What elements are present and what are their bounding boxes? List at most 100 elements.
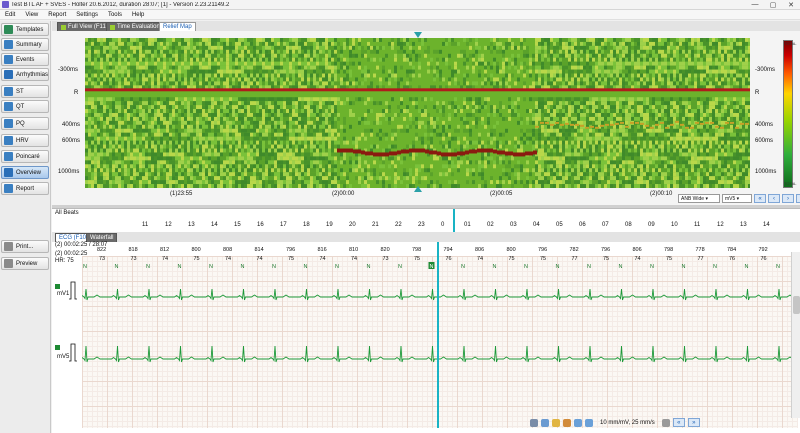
map-cell [352, 160, 355, 165]
map-cell [334, 38, 337, 42]
maximize-button[interactable]: ▢ [764, 0, 782, 10]
preview-button[interactable]: Preview [1, 257, 49, 270]
menu-edit[interactable]: Edit [0, 12, 20, 18]
map-cell [574, 116, 577, 121]
map-cell [88, 132, 91, 137]
map-cell [106, 132, 109, 137]
map-cell [244, 109, 247, 113]
sidebar-item-report[interactable]: Report [1, 182, 49, 195]
map-cell [352, 136, 355, 141]
map-cell [193, 172, 196, 177]
tab-full-view[interactable]: Full View (F11) [57, 22, 112, 31]
map-cell [481, 168, 484, 173]
map-cell [592, 41, 595, 46]
relief-map[interactable] [85, 38, 750, 188]
map-cell [214, 176, 217, 181]
map-cell [286, 53, 289, 58]
map-cell [145, 168, 148, 173]
map-cell [541, 164, 544, 169]
map-cell [481, 81, 484, 86]
sidebar-item-templates[interactable]: Templates [1, 23, 49, 36]
map-cell [391, 73, 394, 78]
map-cell [415, 116, 418, 121]
map-cell [436, 57, 439, 62]
map-cell [544, 113, 547, 117]
map-cell [361, 73, 364, 78]
sidebar-item-st[interactable]: ST [1, 85, 49, 98]
map-cell [409, 172, 412, 177]
map-cell [547, 180, 550, 185]
sidebar-item-events[interactable]: Events [1, 53, 49, 66]
map-cell [262, 69, 265, 74]
map-cell [277, 101, 280, 106]
map-cell [163, 176, 166, 181]
sidebar-item-summary[interactable]: Summary [1, 38, 49, 51]
map-cell [529, 120, 532, 125]
map-cell [202, 168, 205, 173]
map-cell [106, 41, 109, 46]
map-cell [364, 49, 367, 54]
map-cell [313, 105, 316, 110]
map-cell [244, 168, 247, 173]
sidebar-item-arrhythmias[interactable]: Arrhythmias [1, 68, 49, 81]
summary-icon [4, 40, 13, 49]
map-cell [127, 132, 130, 137]
map-cell [541, 61, 544, 66]
map-cell [91, 144, 94, 149]
minimize-button[interactable]: — [746, 0, 764, 10]
map-cell [538, 172, 541, 177]
map-cell [562, 49, 565, 54]
map-cell [85, 73, 88, 78]
map-cell [244, 172, 247, 177]
map-cell [142, 53, 145, 58]
map-cell [94, 120, 97, 125]
map-cell [124, 38, 127, 42]
map-cell [271, 116, 274, 121]
map-cell [127, 77, 130, 82]
map-cell [103, 176, 106, 181]
map-cell [589, 61, 592, 66]
map-cell [97, 73, 100, 78]
map-cell [202, 69, 205, 74]
map-cell [229, 128, 232, 133]
sidebar-item-pq[interactable]: PQ [1, 117, 49, 130]
menu-view[interactable]: View [20, 12, 43, 18]
map-cell [574, 180, 577, 185]
sidebar-item-qt[interactable]: QT [1, 100, 49, 113]
sidebar-item-overview[interactable]: Overview [1, 166, 49, 179]
map-cell [178, 97, 181, 102]
map-cell [304, 45, 307, 50]
sidebar-item-label: Report [16, 185, 35, 192]
map-cell [604, 105, 607, 110]
map-cell [136, 77, 139, 82]
menu-report[interactable]: Report [43, 12, 71, 18]
map-cell [238, 148, 241, 153]
map-cell [454, 113, 457, 117]
map-cell [88, 65, 91, 70]
map-cell [202, 164, 205, 169]
close-button[interactable]: ✕ [782, 0, 800, 10]
menu-help[interactable]: Help [127, 12, 149, 18]
map-cell [181, 77, 184, 82]
map-cell [259, 38, 262, 42]
map-cell [589, 144, 592, 149]
map-cell [556, 180, 559, 185]
map-cell [535, 128, 538, 133]
menu-tools[interactable]: Tools [103, 12, 127, 18]
map-cell [559, 160, 562, 165]
map-cell [517, 105, 520, 110]
map-cell [94, 168, 97, 173]
map-cell [91, 101, 94, 106]
map-cell [256, 97, 259, 102]
map-cell [208, 156, 211, 161]
map-cell [508, 97, 511, 102]
tab-relief-map[interactable]: Relief Map [159, 22, 196, 31]
map-cell [604, 73, 607, 78]
map-cell [250, 168, 253, 173]
map-cell [217, 148, 220, 153]
menu-settings[interactable]: Settings [71, 12, 103, 18]
map-cell [475, 140, 478, 145]
sidebar-item-poincar[interactable]: Poincaré [1, 150, 49, 163]
print-button[interactable]: Print... [1, 240, 49, 253]
sidebar-item-hrv[interactable]: HRV [1, 134, 49, 147]
